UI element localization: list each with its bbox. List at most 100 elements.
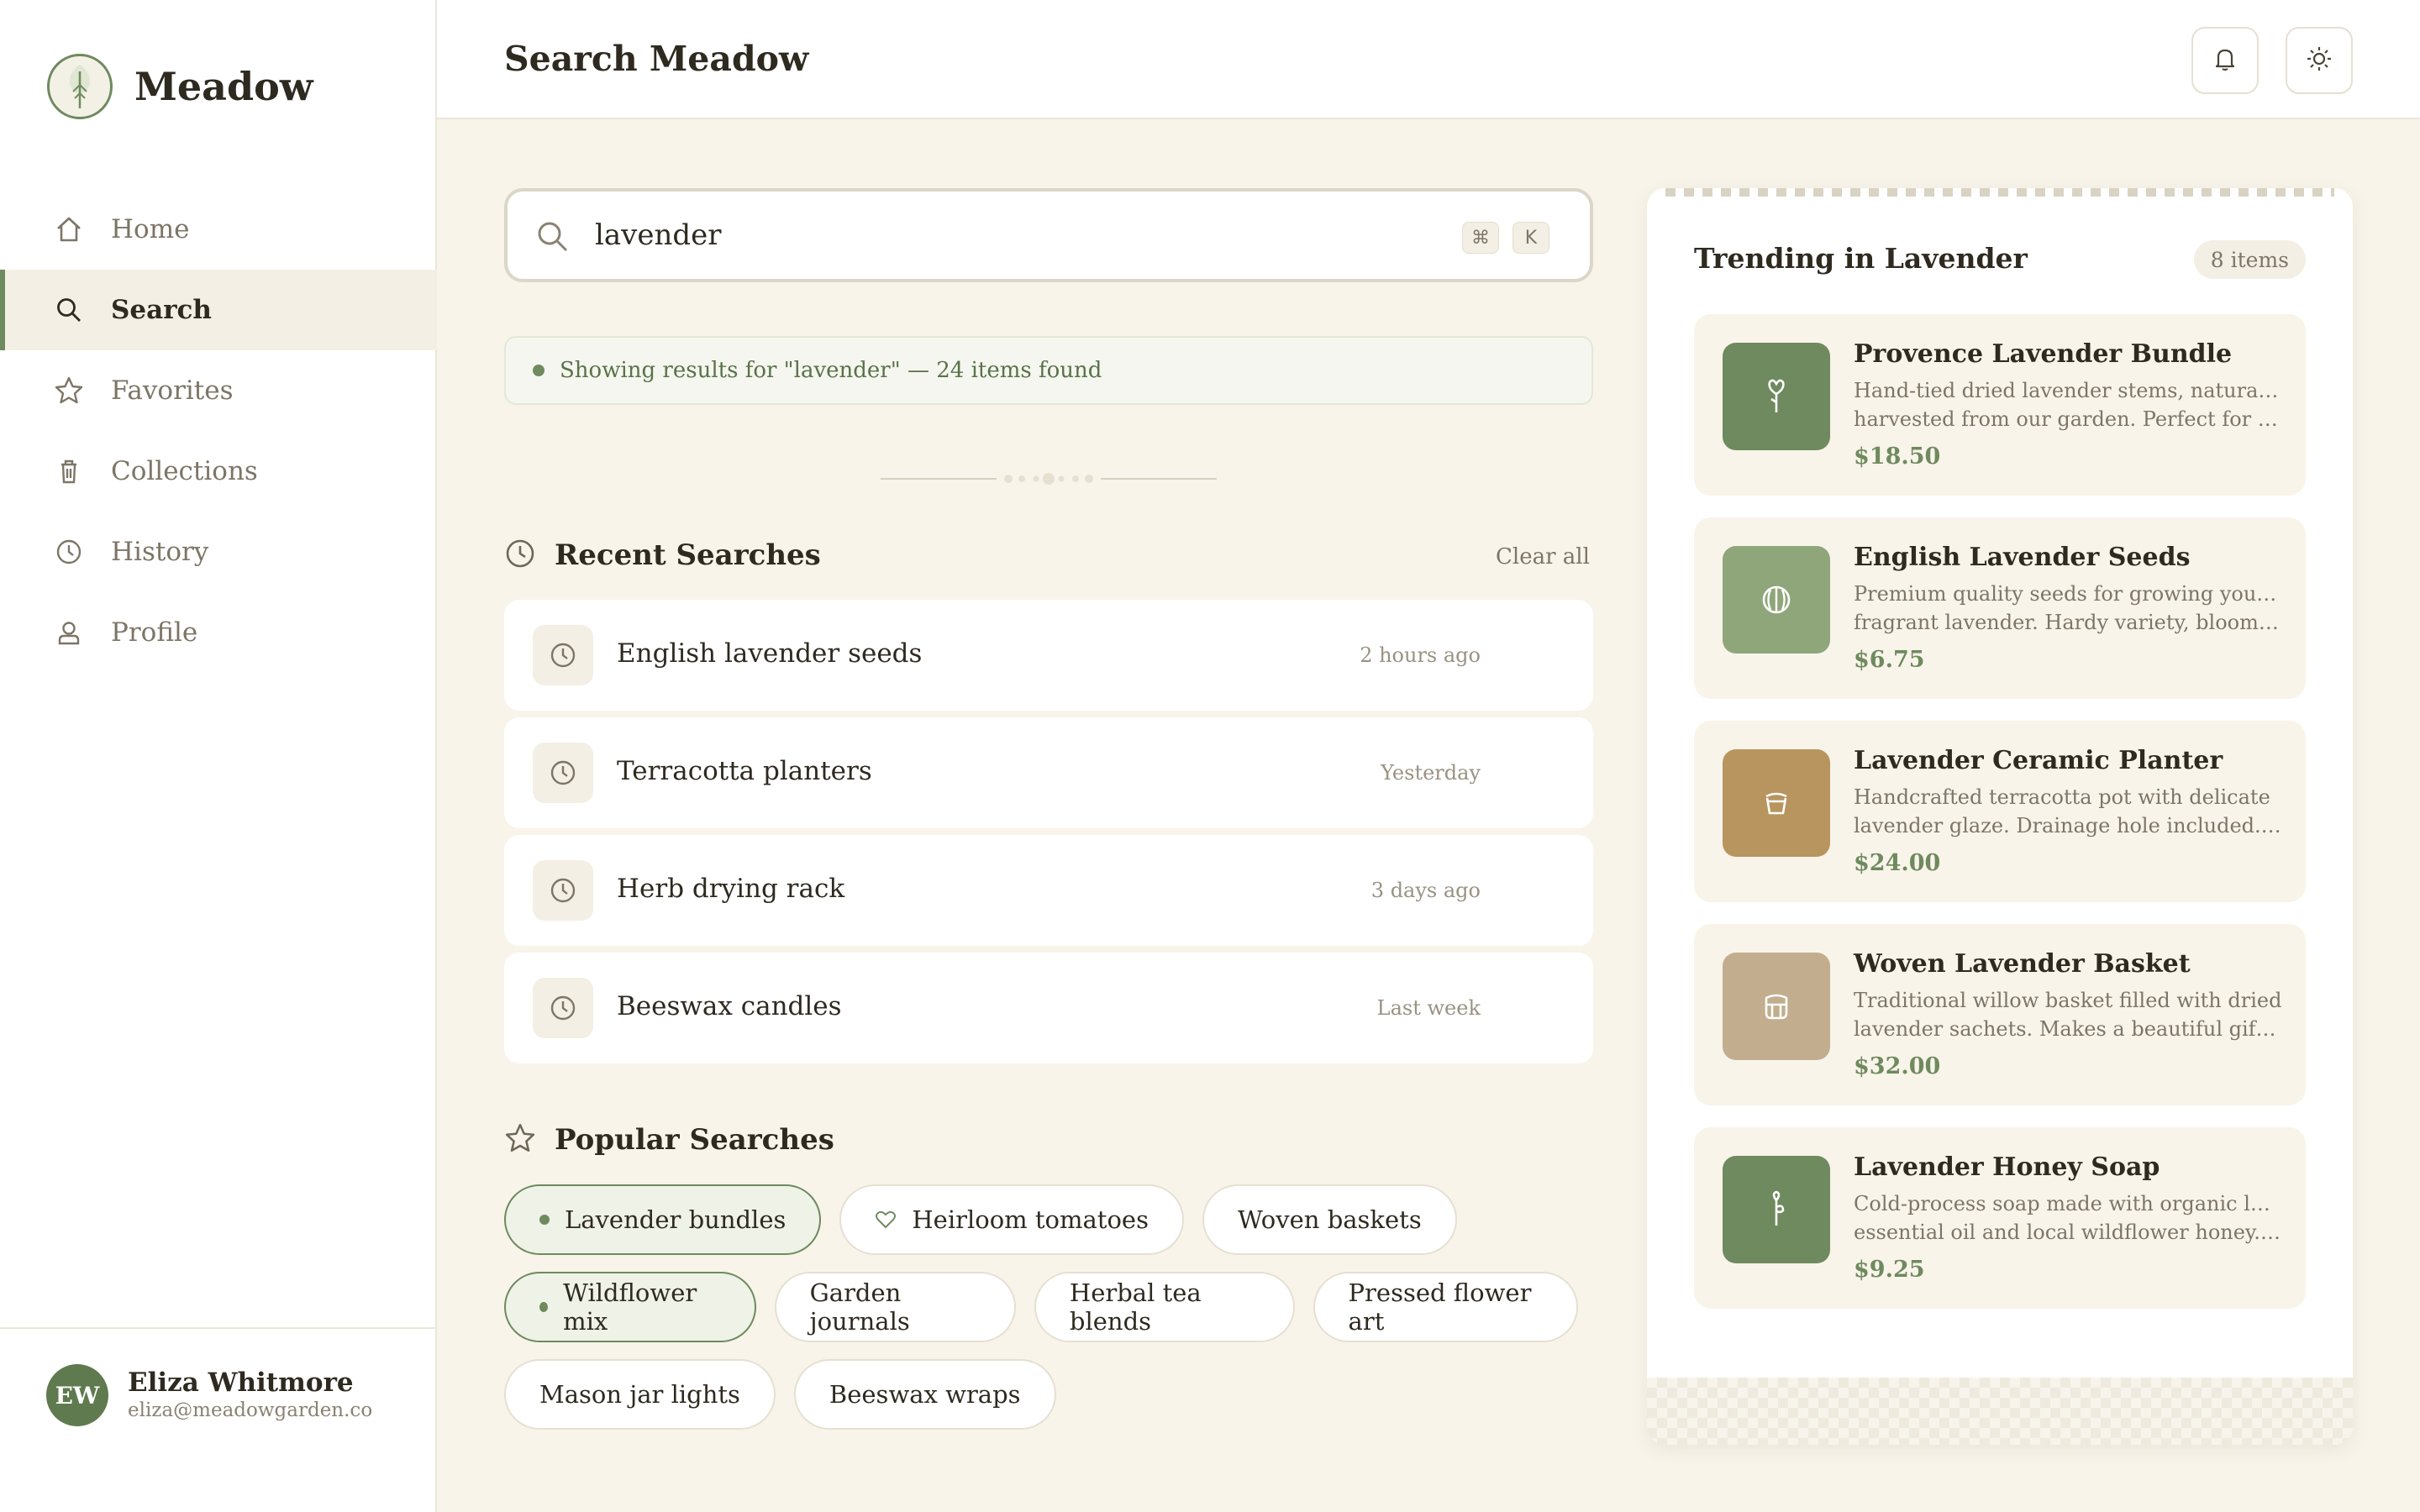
product-price: $18.50 xyxy=(1854,444,1941,470)
search-icon xyxy=(52,293,86,327)
shortcut-key-k: K xyxy=(1512,222,1549,254)
product-card[interactable]: Lavender Honey Soap Cold-process soap ma… xyxy=(1694,1127,2306,1309)
clock-icon xyxy=(504,538,536,573)
chip-label: Beeswax wraps xyxy=(829,1380,1021,1409)
product-description: Cold-process soap made with organic lave… xyxy=(1854,1189,2282,1247)
results-text: Showing results for "lavender" — 24 item… xyxy=(560,358,1102,383)
recent-search-time: 2 hours ago xyxy=(1360,643,1481,667)
recent-search-item[interactable]: Herb drying rack 3 days ago xyxy=(504,835,1593,946)
product-card[interactable]: Lavender Ceramic Planter Handcrafted ter… xyxy=(1694,721,2306,902)
recent-search-label: Herb drying rack xyxy=(617,874,845,904)
flower-icon xyxy=(1723,343,1830,450)
popular-chip[interactable]: Wildflower mix xyxy=(504,1272,756,1342)
clear-all-button[interactable]: Clear all xyxy=(1496,544,1590,570)
popular-chip[interactable]: Mason jar lights xyxy=(504,1359,776,1430)
chip-label: Lavender bundles xyxy=(565,1205,786,1234)
user-name: Eliza Whitmore xyxy=(128,1368,354,1398)
star-icon xyxy=(504,1122,536,1158)
chip-label: Herbal tea blends xyxy=(1069,1278,1202,1336)
main-nav: Home Search Favorites Collections Histor… xyxy=(0,189,437,673)
seed-icon xyxy=(1723,546,1830,654)
theme-toggle-button[interactable] xyxy=(2286,27,2353,94)
brand[interactable]: Meadow xyxy=(47,54,313,119)
product-price: $9.25 xyxy=(1854,1257,1925,1283)
sprout-icon xyxy=(1723,1156,1830,1263)
decorative-pattern xyxy=(1647,1378,2353,1445)
brand-name: Meadow xyxy=(134,64,313,109)
product-card[interactable]: Woven Lavender Basket Traditional willow… xyxy=(1694,924,2306,1105)
product-description-line: Traditional willow basket filled with dr… xyxy=(1854,989,2282,1012)
popular-chip[interactable]: Garden journals xyxy=(774,1272,1016,1342)
popular-chip[interactable]: Pressed flower art xyxy=(1313,1272,1579,1342)
divider-ornament xyxy=(879,467,1218,494)
leaf-logo-icon xyxy=(47,54,113,119)
trending-title: Trending in Lavender xyxy=(1694,242,2028,275)
trending-products-list: Provence Lavender Bundle Hand-tied dried… xyxy=(1694,314,2306,1331)
product-description-line: Hand-tied dried lavender stems, naturall… xyxy=(1854,379,2282,402)
clock-icon xyxy=(52,535,86,569)
user-icon xyxy=(52,616,86,649)
clock-icon xyxy=(533,978,593,1038)
user-profile-card[interactable]: EW Eliza Whitmore eliza@meadowgarden.co xyxy=(0,1327,437,1512)
popular-chip[interactable]: Lavender bundles xyxy=(504,1184,822,1255)
recent-search-item[interactable]: Beeswax candles Last week xyxy=(504,953,1593,1063)
chip-label: Wildflower mix xyxy=(563,1278,697,1336)
product-name: Woven Lavender Basket xyxy=(1854,949,2191,979)
product-description-line: Handcrafted terracotta pot with delicate xyxy=(1854,785,2270,809)
product-description-line: Cold-process soap made with organic lave… xyxy=(1854,1192,2282,1215)
product-name: Lavender Ceramic Planter xyxy=(1854,746,2223,775)
recent-search-item[interactable]: Terracotta planters Yesterday xyxy=(504,717,1593,828)
page-title: Search Meadow xyxy=(504,39,809,79)
chip-label: Pressed flower art xyxy=(1348,1278,1532,1336)
search-input[interactable] xyxy=(595,210,1351,260)
trending-panel: Trending in Lavender 8 items Provence La… xyxy=(1647,188,2353,1445)
product-description-line: lavender glaze. Drainage hole included. … xyxy=(1854,814,2282,837)
recent-search-item[interactable]: English lavender seeds 2 hours ago xyxy=(504,600,1593,711)
recent-searches-header: Recent Searches xyxy=(504,538,821,573)
product-name: Lavender Honey Soap xyxy=(1854,1152,2160,1182)
popular-chip[interactable]: Beeswax wraps xyxy=(793,1359,1056,1430)
nav-label-profile: Profile xyxy=(111,617,198,648)
product-card[interactable]: English Lavender Seeds Premium quality s… xyxy=(1694,517,2306,699)
status-dot xyxy=(533,365,544,376)
recent-search-time: Last week xyxy=(1376,996,1481,1020)
bell-icon xyxy=(2211,45,2239,76)
nav-item-search[interactable]: Search xyxy=(0,270,437,350)
nav-item-history[interactable]: History xyxy=(0,512,437,592)
product-description-line: essential oil and local wildflower honey… xyxy=(1854,1221,2282,1244)
nav-item-collections[interactable]: Collections xyxy=(0,431,437,512)
sidebar: Meadow Home Search Favorites Collections xyxy=(0,0,437,1512)
chip-label: Garden journals xyxy=(809,1278,910,1336)
star-icon xyxy=(52,374,86,407)
trash-icon xyxy=(52,454,86,488)
top-header: Search Meadow xyxy=(437,0,2420,119)
product-description-line: fragrant lavender. Hardy variety, blooms… xyxy=(1854,611,2282,634)
popular-chip[interactable]: Herbal tea blends xyxy=(1034,1272,1295,1342)
decorative-border xyxy=(1665,188,2334,197)
item-count-badge: 8 items xyxy=(2193,240,2306,279)
popular-searches-header: Popular Searches xyxy=(504,1122,834,1158)
popular-chip[interactable]: Woven baskets xyxy=(1202,1184,1457,1255)
recent-search-label: English lavender seeds xyxy=(617,638,923,669)
nav-item-favorites[interactable]: Favorites xyxy=(0,350,437,431)
home-icon xyxy=(52,213,86,246)
product-card[interactable]: Provence Lavender Bundle Hand-tied dried… xyxy=(1694,314,2306,496)
recent-search-label: Terracotta planters xyxy=(617,756,872,786)
nav-item-profile[interactable]: Profile xyxy=(0,592,437,673)
notifications-button[interactable] xyxy=(2191,27,2259,94)
popular-chip[interactable]: Heirloom tomatoes xyxy=(839,1184,1184,1255)
nav-label-home: Home xyxy=(111,214,190,244)
selected-dot xyxy=(539,1215,550,1225)
recent-searches-title: Recent Searches xyxy=(555,538,821,572)
search-box[interactable]: ⌘ K xyxy=(504,188,1593,282)
avatar: EW xyxy=(46,1364,108,1426)
nav-item-home[interactable]: Home xyxy=(0,189,437,270)
product-price: $6.75 xyxy=(1854,647,1925,673)
chip-label: Woven baskets xyxy=(1237,1205,1422,1234)
product-name: English Lavender Seeds xyxy=(1854,543,2191,572)
recent-searches-list: English lavender seeds 2 hours ago Terra… xyxy=(504,600,1593,1070)
chip-label: Mason jar lights xyxy=(539,1380,740,1409)
selected-dot xyxy=(539,1302,549,1312)
recent-search-label: Beeswax candles xyxy=(617,991,842,1021)
pot-icon xyxy=(1723,749,1830,857)
